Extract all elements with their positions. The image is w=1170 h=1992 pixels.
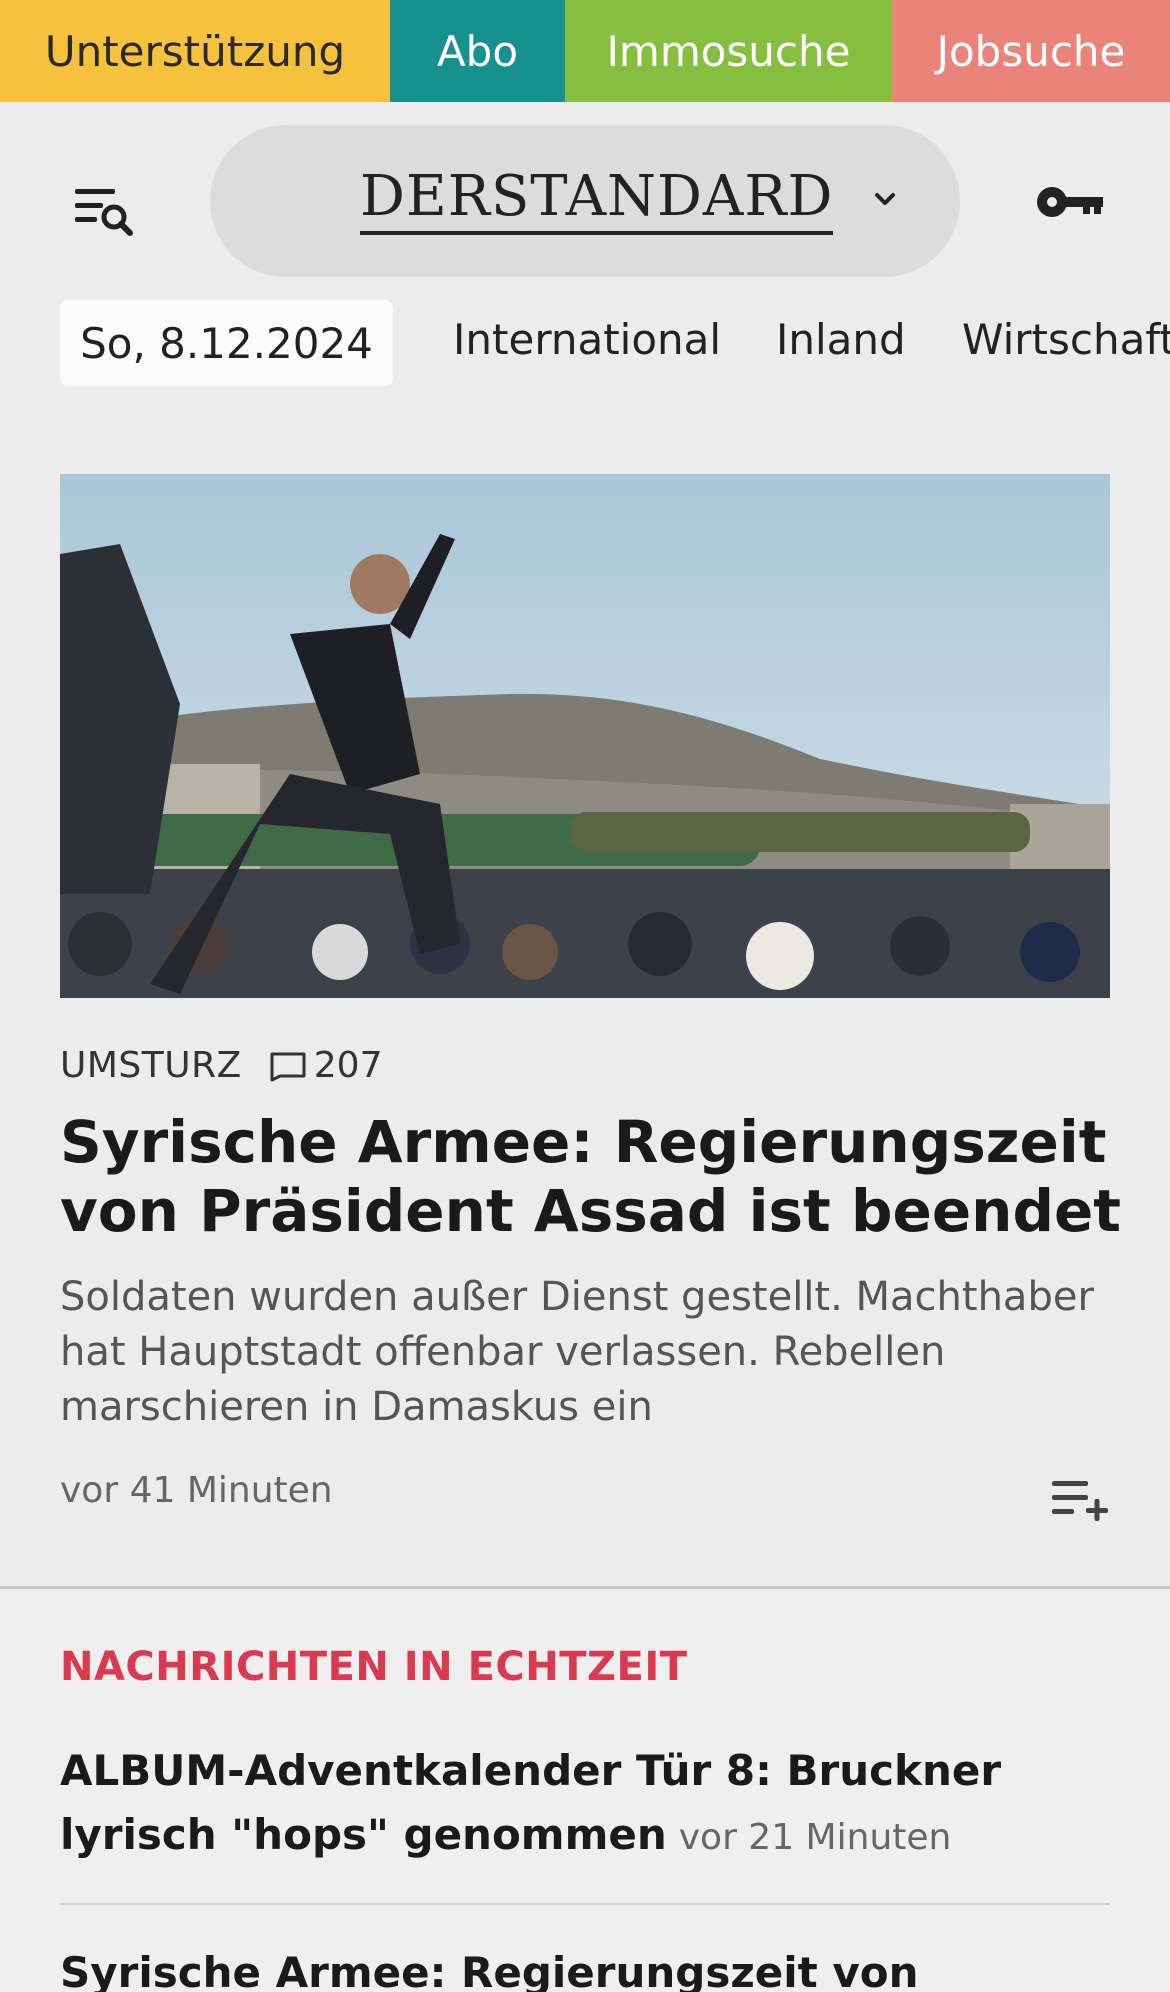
- comment-icon: [270, 1052, 306, 1082]
- site-logo[interactable]: DERSTANDARD: [360, 165, 834, 235]
- live-news-title: NACHRICHTEN IN ECHTZEIT: [60, 1644, 688, 1690]
- key-icon[interactable]: [1035, 177, 1105, 227]
- comment-count[interactable]: 207: [268, 1045, 383, 1086]
- service-nav: Unterstützung Abo Immosuche Jobsuche: [0, 0, 1170, 102]
- article-kicker: UMSTURZ: [60, 1044, 242, 1086]
- ressort-inland[interactable]: Inland: [776, 315, 906, 364]
- site-header: DERSTANDARD: [0, 102, 1170, 297]
- job-search-link[interactable]: Jobsuche: [892, 0, 1170, 102]
- logo-edition-switch[interactable]: DERSTANDARD: [210, 125, 960, 277]
- list-divider: [60, 1903, 1110, 1905]
- lead-teaser[interactable]: Soldaten wurden außer Dienst gestellt. M…: [60, 1270, 1120, 1435]
- ressort-international[interactable]: International: [453, 315, 721, 364]
- menu-search-icon[interactable]: [70, 177, 140, 247]
- live-news-headline: Syrische Armee: Regierungszeit von Präsi…: [60, 1948, 919, 1992]
- comment-count-value: 207: [313, 1044, 383, 1086]
- live-news-section: NACHRICHTEN IN ECHTZEIT ALBUM-Adventkale…: [0, 1589, 1170, 1992]
- live-news-item[interactable]: ALBUM-Adventkalender Tür 8: Bruckner lyr…: [60, 1739, 1110, 1870]
- lead-timestamp: vor 41 Minuten: [60, 1470, 333, 1511]
- add-to-list-icon[interactable]: [1050, 1475, 1110, 1525]
- ressort-nav: So, 8.12.2024 International Inland Wirts…: [0, 297, 1170, 389]
- live-news-time: vor 21 Minuten: [678, 1817, 952, 1858]
- lead-headline[interactable]: Syrische Armee: Regierungszeit von Präsi…: [60, 1108, 1130, 1246]
- support-link[interactable]: Unterstützung: [0, 0, 390, 102]
- current-date[interactable]: So, 8.12.2024: [60, 300, 393, 386]
- chevron-down-icon[interactable]: [865, 180, 905, 220]
- ressort-wirtschaft[interactable]: Wirtschaft: [962, 315, 1170, 364]
- lead-article-image[interactable]: [60, 474, 1110, 998]
- live-news-item[interactable]: Syrische Armee: Regierungszeit von Präsi…: [60, 1941, 1110, 1992]
- abo-link[interactable]: Abo: [390, 0, 565, 102]
- immo-search-link[interactable]: Immosuche: [565, 0, 892, 102]
- lead-article-meta: UMSTURZ 207: [60, 1040, 383, 1090]
